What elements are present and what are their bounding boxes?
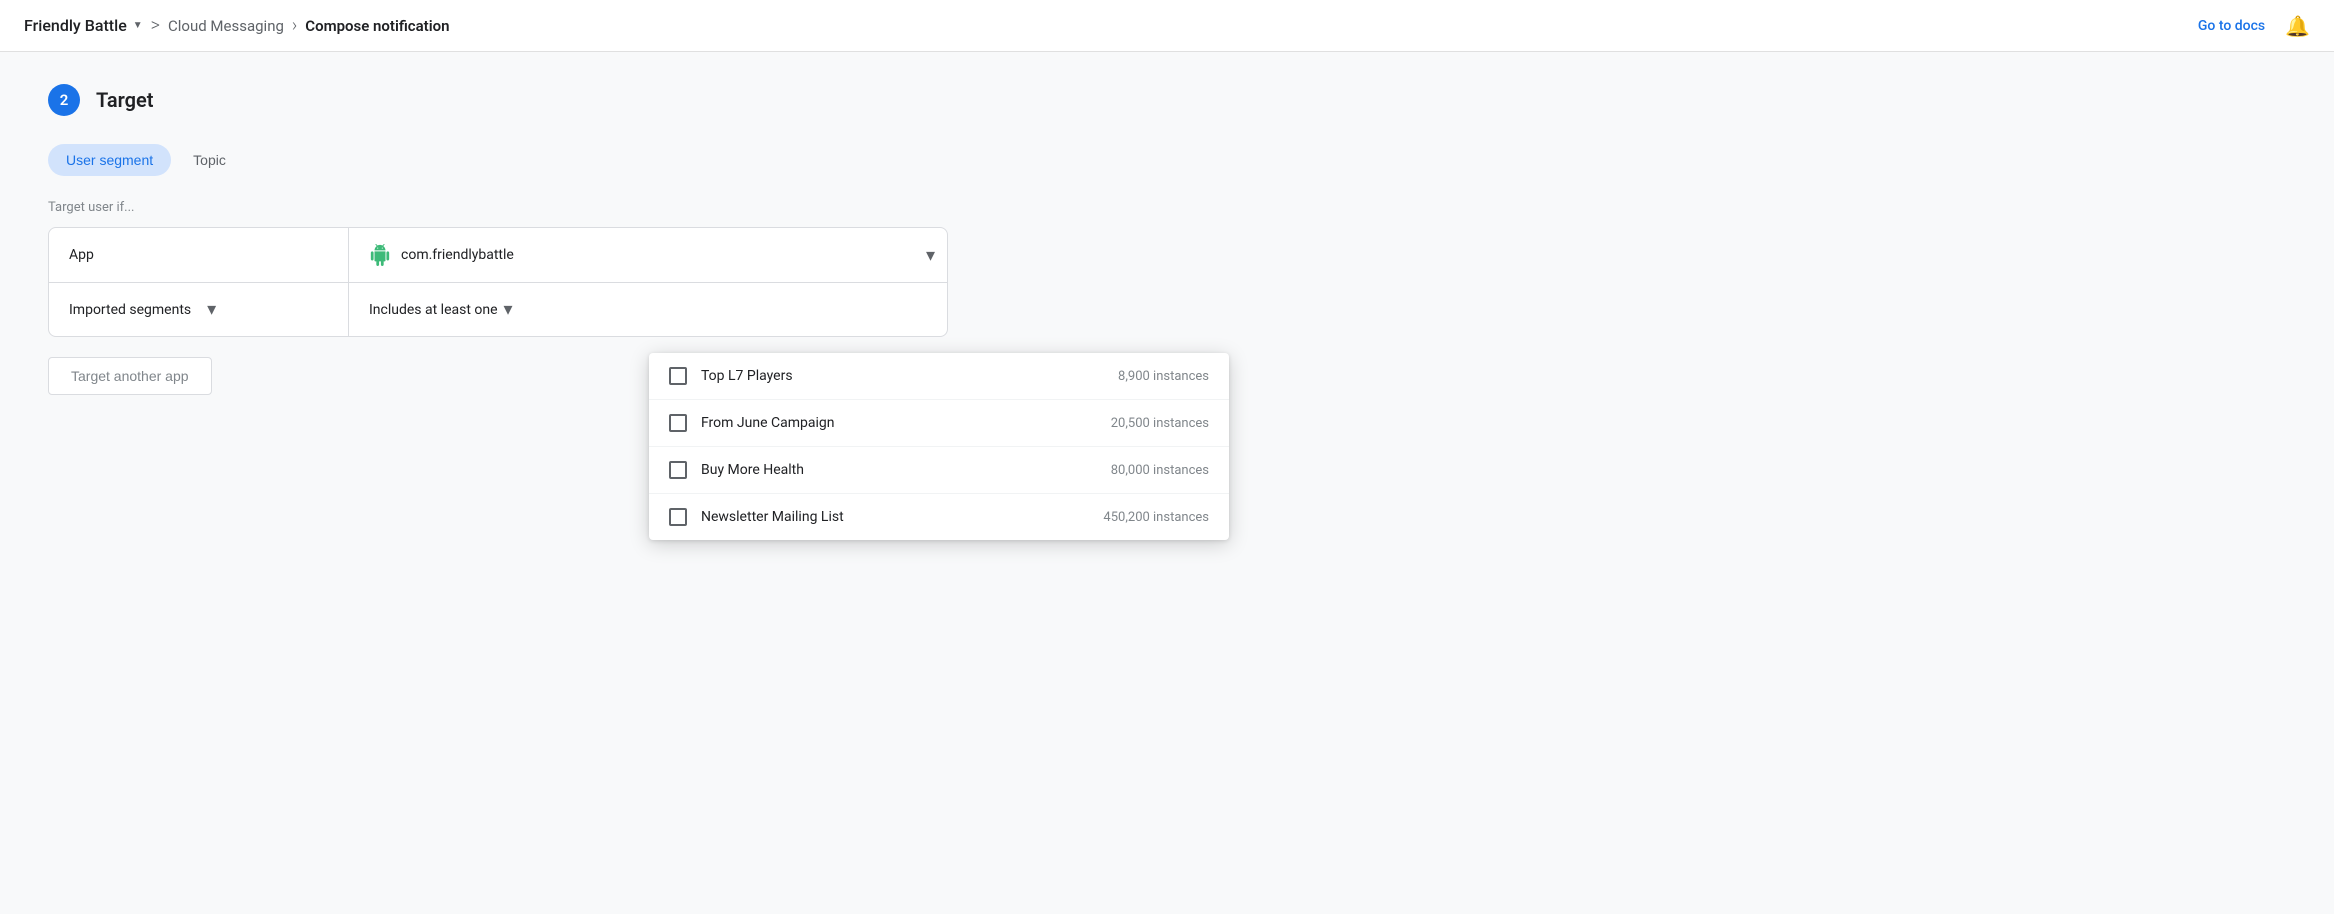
checkbox-newsletter-mailing-list[interactable] bbox=[669, 508, 687, 526]
item-label-from-june-campaign: From June Campaign bbox=[701, 415, 1111, 431]
includes-dropdown-btn[interactable]: Includes at least one ▾ bbox=[369, 299, 513, 320]
breadcrumb-arrow: › bbox=[292, 15, 297, 36]
target-user-label: Target user if... bbox=[48, 200, 1152, 215]
step-header: 2 Target bbox=[48, 84, 1152, 116]
app-value: com.friendlybattle bbox=[401, 247, 916, 263]
checkbox-from-june-campaign[interactable] bbox=[669, 414, 687, 432]
includes-value: Includes at least one bbox=[369, 302, 498, 318]
app-name-label: Friendly Battle bbox=[24, 16, 127, 35]
checkbox-top-l7-players[interactable] bbox=[669, 367, 687, 385]
breadcrumb-current: Compose notification bbox=[305, 17, 449, 35]
notifications-bell-icon[interactable]: 🔔 bbox=[2285, 14, 2310, 38]
tab-topic[interactable]: Topic bbox=[175, 144, 244, 176]
target-another-app-button[interactable]: Target another app bbox=[48, 357, 212, 395]
item-label-buy-more-health: Buy More Health bbox=[701, 462, 1111, 478]
dropdown-item-top-l7-players[interactable]: Top L7 Players 8,900 instances bbox=[649, 353, 1229, 400]
android-icon bbox=[369, 244, 391, 266]
app-label: App bbox=[69, 247, 94, 263]
step-title: Target bbox=[96, 88, 154, 112]
tab-row: User segment Topic bbox=[48, 144, 1152, 176]
breadcrumb-parent[interactable]: Cloud Messaging bbox=[168, 17, 284, 35]
item-count-top-l7-players: 8,900 instances bbox=[1118, 369, 1209, 384]
imported-segments-label-cell: Imported segments ▾ bbox=[49, 283, 349, 336]
topnav-right: Go to docs 🔔 bbox=[2198, 14, 2310, 38]
item-label-top-l7-players: Top L7 Players bbox=[701, 368, 1118, 384]
table-row-imported-segments: Imported segments ▾ Includes at least on… bbox=[49, 283, 947, 336]
main-content: 2 Target User segment Topic Target user … bbox=[0, 52, 1200, 427]
dropdown-item-newsletter-mailing-list[interactable]: Newsletter Mailing List 450,200 instance… bbox=[649, 494, 1229, 540]
imported-segments-value-cell[interactable]: Includes at least one ▾ bbox=[349, 283, 947, 336]
go-to-docs-link[interactable]: Go to docs bbox=[2198, 18, 2265, 34]
app-value-cell[interactable]: com.friendlybattle ▾ bbox=[349, 228, 947, 282]
topnav: Friendly Battle ▼ > Cloud Messaging › Co… bbox=[0, 0, 2334, 52]
app-name-dropdown[interactable]: Friendly Battle ▼ bbox=[24, 16, 143, 35]
app-label-cell: App bbox=[49, 228, 349, 282]
table-row-app: App com.friendlybattle ▾ bbox=[49, 228, 947, 283]
item-label-newsletter-mailing-list: Newsletter Mailing List bbox=[701, 509, 1103, 525]
step-badge: 2 bbox=[48, 84, 80, 116]
segment-table: App com.friendlybattle ▾ Imported segmen… bbox=[48, 227, 948, 337]
breadcrumb-separator: > bbox=[151, 15, 160, 36]
segment-dropdown-menu: Top L7 Players 8,900 instances From June… bbox=[649, 353, 1229, 540]
chevron-down-icon: ▼ bbox=[133, 20, 143, 31]
checkbox-buy-more-health[interactable] bbox=[669, 461, 687, 479]
app-dropdown-arrow-icon[interactable]: ▾ bbox=[926, 245, 935, 266]
item-count-buy-more-health: 80,000 instances bbox=[1111, 463, 1209, 478]
includes-dropdown-arrow-icon: ▾ bbox=[504, 299, 513, 320]
item-count-newsletter-mailing-list: 450,200 instances bbox=[1103, 510, 1209, 525]
breadcrumb: Friendly Battle ▼ > Cloud Messaging › Co… bbox=[24, 15, 450, 36]
tab-user-segment[interactable]: User segment bbox=[48, 144, 171, 176]
dropdown-item-buy-more-health[interactable]: Buy More Health 80,000 instances bbox=[649, 447, 1229, 494]
dropdown-item-from-june-campaign[interactable]: From June Campaign 20,500 instances bbox=[649, 400, 1229, 447]
imported-segments-label: Imported segments bbox=[69, 302, 191, 318]
item-count-from-june-campaign: 20,500 instances bbox=[1111, 416, 1209, 431]
imported-segments-dropdown-arrow-icon[interactable]: ▾ bbox=[207, 299, 216, 320]
